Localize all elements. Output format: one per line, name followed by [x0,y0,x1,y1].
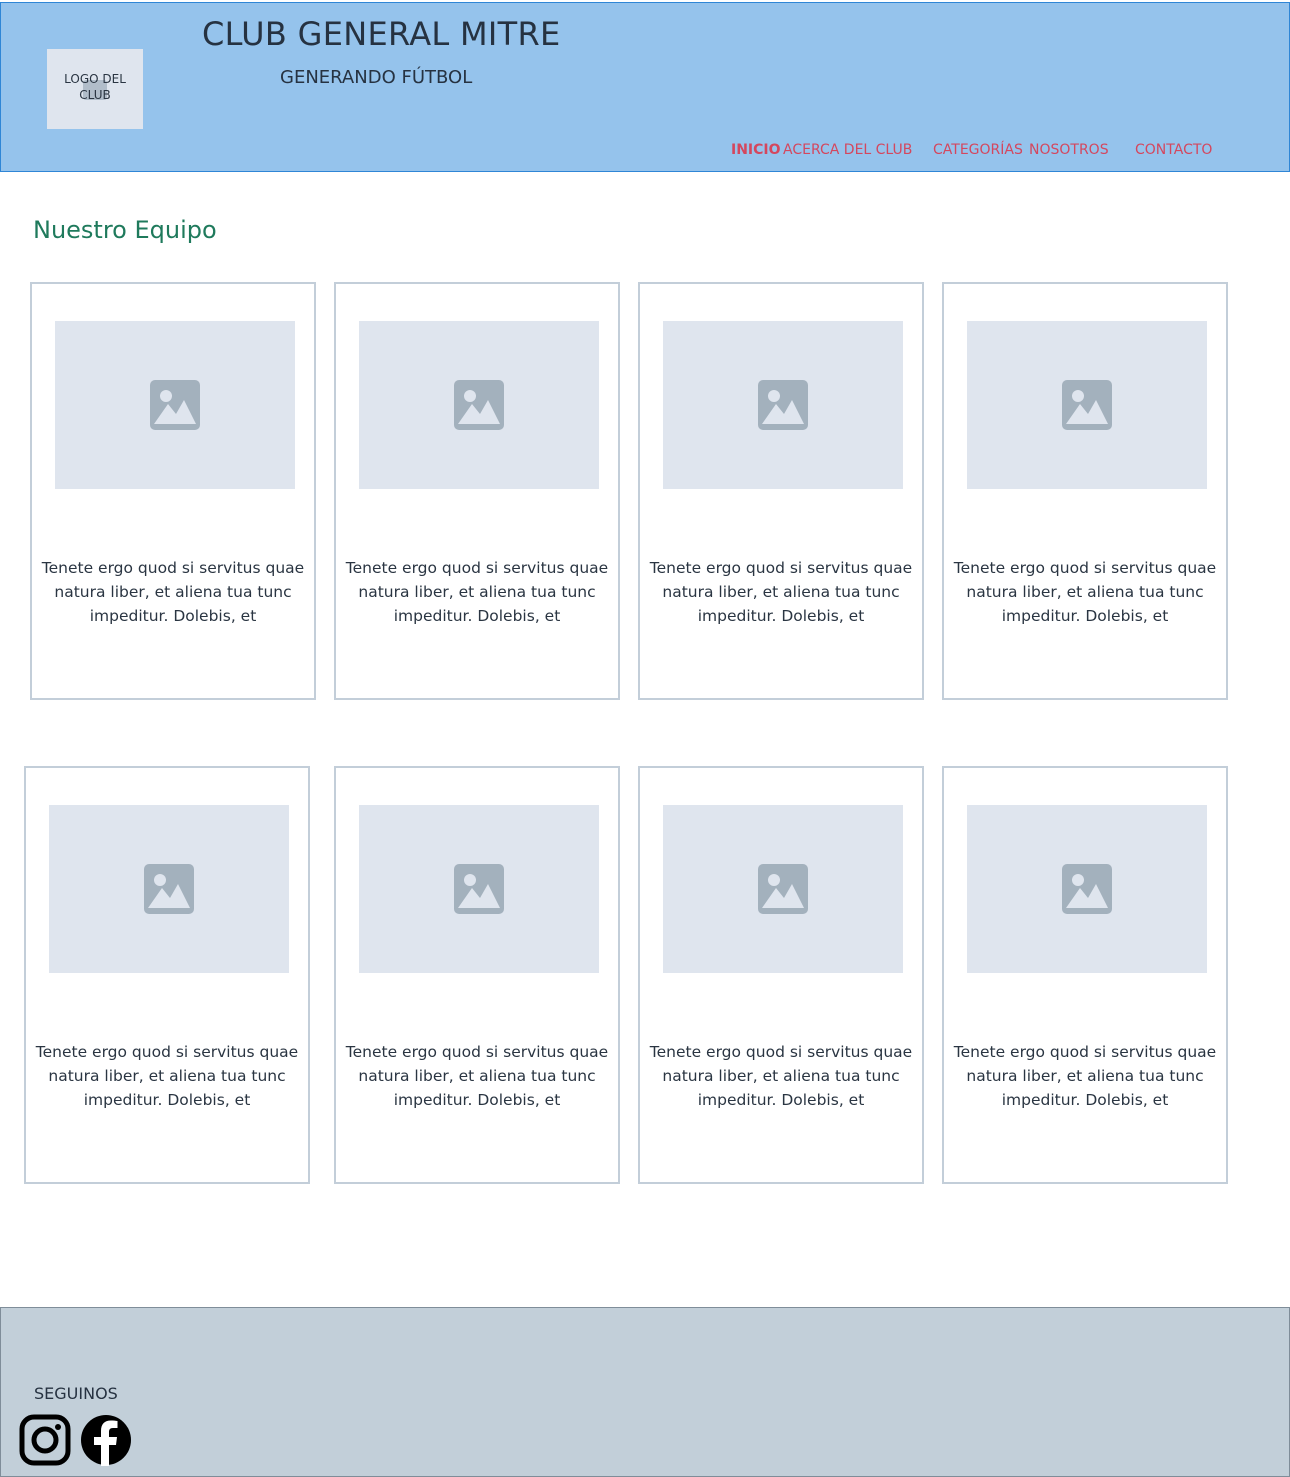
club-logo[interactable]: LOGO DEL CLUB [47,49,143,129]
card-text: Tenete ergo quod si servitus quae natura… [345,559,609,625]
nav-categorias[interactable]: CATEGORÍAS [933,141,1023,159]
site-header: LOGO DEL CLUB CLUB GENERAL MITRE GENERAN… [0,2,1290,172]
nav-acerca-del-club[interactable]: ACERCA DEL CLUB [783,141,912,159]
card-text: Tenete ergo quod si servitus quae natura… [953,1043,1217,1109]
section-title: Nuestro Equipo [33,216,217,244]
team-card[interactable]: Tenete ergo quod si servitus quae natura… [334,282,620,700]
team-card[interactable]: Tenete ergo quod si servitus quae natura… [638,282,924,700]
team-card[interactable]: Tenete ergo quod si servitus quae natura… [334,766,620,1184]
card-text: Tenete ergo quod si servitus quae natura… [649,1043,913,1109]
card-image [663,321,903,489]
card-text: Tenete ergo quod si servitus quae natura… [345,1043,609,1109]
nav-inicio[interactable]: INICIO [731,141,781,159]
image-placeholder-icon [454,864,504,914]
image-placeholder-icon [1062,864,1112,914]
image-placeholder-icon [144,864,194,914]
team-card[interactable]: Tenete ergo quod si servitus quae natura… [638,766,924,1184]
team-card[interactable]: Tenete ergo quod si servitus quae natura… [30,282,316,700]
card-image [49,805,289,973]
card-image [359,805,599,973]
image-placeholder-icon [758,864,808,914]
card-image [55,321,295,489]
site-footer: SEGUINOS [0,1307,1290,1477]
image-placeholder-icon [758,380,808,430]
footer-label: SEGUINOS [34,1384,118,1403]
site-title: CLUB GENERAL MITRE [202,15,561,53]
team-card[interactable]: Tenete ergo quod si servitus quae natura… [942,766,1228,1184]
card-image [967,321,1207,489]
team-card[interactable]: Tenete ergo quod si servitus quae natura… [942,282,1228,700]
card-text: Tenete ergo quod si servitus quae natura… [953,559,1217,625]
card-text: Tenete ergo quod si servitus quae natura… [35,1043,299,1109]
facebook-icon[interactable] [80,1414,132,1466]
image-placeholder-icon [150,380,200,430]
card-image [967,805,1207,973]
card-image [663,805,903,973]
card-text: Tenete ergo quod si servitus quae natura… [41,559,305,625]
logo-text: LOGO DEL CLUB [64,72,126,102]
card-image [359,321,599,489]
card-text: Tenete ergo quod si servitus quae natura… [649,559,913,625]
image-placeholder-icon [1062,380,1112,430]
instagram-icon[interactable] [19,1414,71,1466]
nav-nosotros[interactable]: NOSOTROS [1029,141,1109,159]
team-card[interactable]: Tenete ergo quod si servitus quae natura… [24,766,310,1184]
nav-contacto[interactable]: CONTACTO [1135,141,1212,159]
site-subtitle: GENERANDO FÚTBOL [280,67,473,88]
image-placeholder-icon [454,380,504,430]
